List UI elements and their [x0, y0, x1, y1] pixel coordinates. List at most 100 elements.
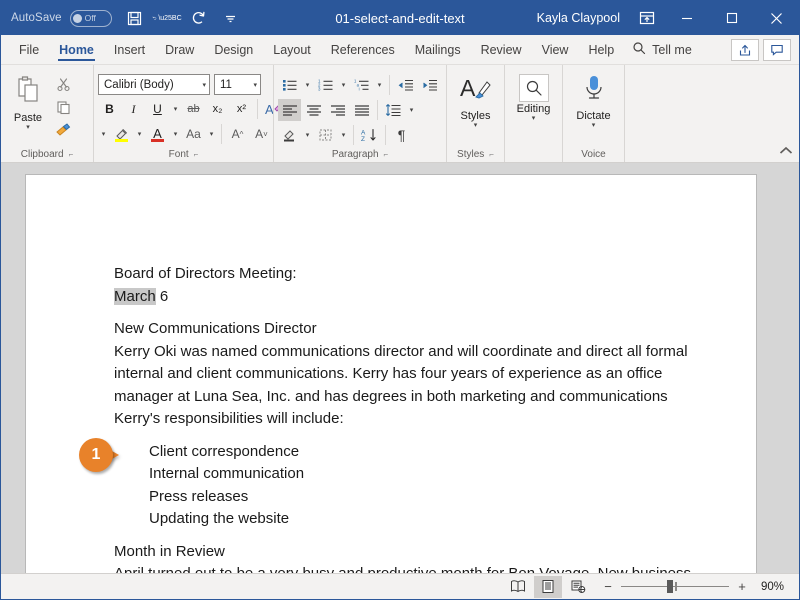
share-icon[interactable]	[731, 38, 759, 61]
tab-references[interactable]: References	[321, 35, 405, 64]
shading-caret-icon[interactable]: ▾	[302, 124, 313, 146]
superscript-button[interactable]: x²	[230, 98, 253, 120]
change-case-button[interactable]: Aa	[182, 123, 205, 145]
tab-draw[interactable]: Draw	[155, 35, 204, 64]
ribbon-group-voice: Dictate ▾ Voice	[562, 65, 624, 162]
font-size-combo[interactable]: 11 ▾	[214, 74, 261, 95]
tab-home[interactable]: Home	[49, 35, 104, 64]
tab-design[interactable]: Design	[204, 35, 263, 64]
ribbon-group-empty	[624, 65, 799, 162]
line-spacing-icon[interactable]	[382, 99, 405, 121]
ribbon-display-options-icon[interactable]	[630, 1, 664, 35]
italic-button[interactable]: I	[122, 98, 145, 120]
align-left-icon[interactable]	[278, 99, 301, 121]
justify-icon[interactable]	[350, 99, 373, 121]
borders-icon[interactable]	[314, 124, 337, 146]
copy-icon[interactable]	[51, 96, 75, 118]
numbering-caret-icon[interactable]: ▾	[338, 74, 349, 96]
tell-me-search[interactable]: Tell me	[624, 35, 700, 64]
zoom-out-button[interactable]: −	[602, 579, 614, 594]
increase-indent-icon[interactable]	[418, 74, 441, 96]
document-workspace[interactable]: Board of Directors Meeting: March 6 New …	[1, 163, 799, 573]
grow-font-button[interactable]: A ^	[226, 123, 249, 145]
change-case-caret-icon[interactable]: ▾	[206, 123, 217, 145]
text-effects-caret-icon[interactable]: ▾	[98, 123, 109, 145]
web-layout-icon[interactable]	[564, 576, 592, 598]
numbering-icon[interactable]: 1 2 3	[314, 74, 337, 96]
underline-button[interactable]: U	[146, 98, 169, 120]
strikethrough-button[interactable]: ab	[182, 98, 205, 120]
align-right-icon[interactable]	[326, 99, 349, 121]
close-button[interactable]	[754, 1, 799, 35]
undo-dropdown-caret-icon[interactable]: \u25BC	[158, 15, 181, 22]
autosave-toggle-knob	[72, 13, 82, 23]
undo-icon[interactable]: \u25BC	[152, 5, 182, 31]
font-color-dropdown-caret-icon[interactable]: ▾	[170, 123, 181, 145]
responsibilities-list[interactable]: Client correspondence Internal communica…	[114, 441, 716, 531]
zoom-level-label[interactable]: 90%	[761, 581, 791, 593]
highlight-dropdown-caret-icon[interactable]: ▾	[134, 123, 145, 145]
dictate-dropdown-caret-icon[interactable]: ▾	[592, 122, 596, 129]
styles-button[interactable]: A Styles ▾	[453, 70, 499, 129]
bullets-icon[interactable]	[278, 74, 301, 96]
dictate-button[interactable]: Dictate ▾	[571, 70, 617, 129]
font-color-icon[interactable]: A	[146, 123, 169, 145]
tab-view[interactable]: View	[532, 35, 579, 64]
decrease-indent-icon[interactable]	[394, 74, 417, 96]
paste-dropdown-caret-icon[interactable]: ▾	[26, 124, 30, 131]
bullets-caret-icon[interactable]: ▾	[302, 74, 313, 96]
read-mode-icon[interactable]	[504, 576, 532, 598]
format-painter-icon[interactable]	[51, 119, 75, 141]
multilevel-caret-icon[interactable]: ▾	[374, 74, 385, 96]
dialog-launcher-icon[interactable]: ⌐	[69, 150, 74, 159]
shrink-font-button[interactable]: A ˅	[250, 123, 273, 145]
subscript-button[interactable]: x₂	[206, 98, 229, 120]
user-account-name[interactable]: Kayla Claypool	[527, 11, 630, 25]
tab-help[interactable]: Help	[578, 35, 624, 64]
font-name-combo[interactable]: Calibri (Body) ▾	[98, 74, 210, 95]
redo-icon[interactable]	[184, 5, 214, 31]
dialog-launcher-icon[interactable]: ⌐	[194, 150, 199, 159]
editing-button[interactable]: Editing ▾	[511, 70, 557, 122]
align-center-icon[interactable]	[302, 99, 325, 121]
text-highlight-color-icon[interactable]	[110, 123, 133, 145]
print-layout-icon[interactable]	[534, 575, 562, 598]
borders-caret-icon[interactable]: ▾	[338, 124, 349, 146]
save-icon[interactable]	[120, 5, 150, 31]
comments-icon[interactable]	[763, 38, 791, 61]
minimize-button[interactable]	[664, 1, 709, 35]
zoom-slider-thumb[interactable]	[667, 580, 673, 593]
sort-icon[interactable]: A Z	[358, 124, 381, 146]
paste-button[interactable]: Paste ▾	[5, 70, 51, 131]
cut-scissors-icon[interactable]	[51, 73, 75, 95]
multilevel-list-icon[interactable]: 1 a i	[350, 74, 373, 96]
document-text-body[interactable]: Board of Directors Meeting: March 6 New …	[114, 263, 716, 573]
dialog-launcher-icon[interactable]: ⌐	[489, 150, 494, 159]
collapse-ribbon-chevron-icon[interactable]	[779, 146, 793, 158]
styles-dropdown-caret-icon[interactable]: ▾	[474, 122, 478, 129]
tab-file[interactable]: File	[9, 35, 49, 64]
microphone-icon	[581, 74, 607, 109]
maximize-button[interactable]	[709, 1, 754, 35]
zoom-in-button[interactable]: +	[736, 579, 748, 594]
autosave-toggle[interactable]: Off	[69, 9, 112, 27]
selected-text-march[interactable]: March	[114, 287, 156, 305]
document-page[interactable]: Board of Directors Meeting: March 6 New …	[26, 175, 756, 573]
tab-insert[interactable]: Insert	[104, 35, 155, 64]
paragraph-month-in-review[interactable]: Month in Review April turned out to be a…	[114, 541, 716, 574]
paragraph-communications[interactable]: New Communications Director Kerry Oki wa…	[114, 318, 716, 431]
zoom-slider[interactable]	[621, 580, 729, 593]
dialog-launcher-icon[interactable]: ⌐	[384, 150, 389, 159]
line-spacing-caret-icon[interactable]: ▾	[406, 99, 417, 121]
bold-button[interactable]: B	[98, 98, 121, 120]
customize-quick-access-toolbar-icon[interactable]	[216, 5, 246, 31]
tab-layout[interactable]: Layout	[263, 35, 321, 64]
tab-review[interactable]: Review	[471, 35, 532, 64]
tab-mailings[interactable]: Mailings	[405, 35, 471, 64]
editing-dropdown-caret-icon[interactable]: ▾	[532, 115, 536, 122]
shading-icon[interactable]	[278, 124, 301, 146]
paragraph-heading-meeting[interactable]: Board of Directors Meeting: March 6	[114, 263, 716, 308]
zoom-control[interactable]: − + 90%	[602, 579, 791, 594]
underline-dropdown-caret-icon[interactable]: ▾	[170, 98, 181, 120]
show-formatting-marks-button[interactable]: ¶	[390, 124, 413, 146]
